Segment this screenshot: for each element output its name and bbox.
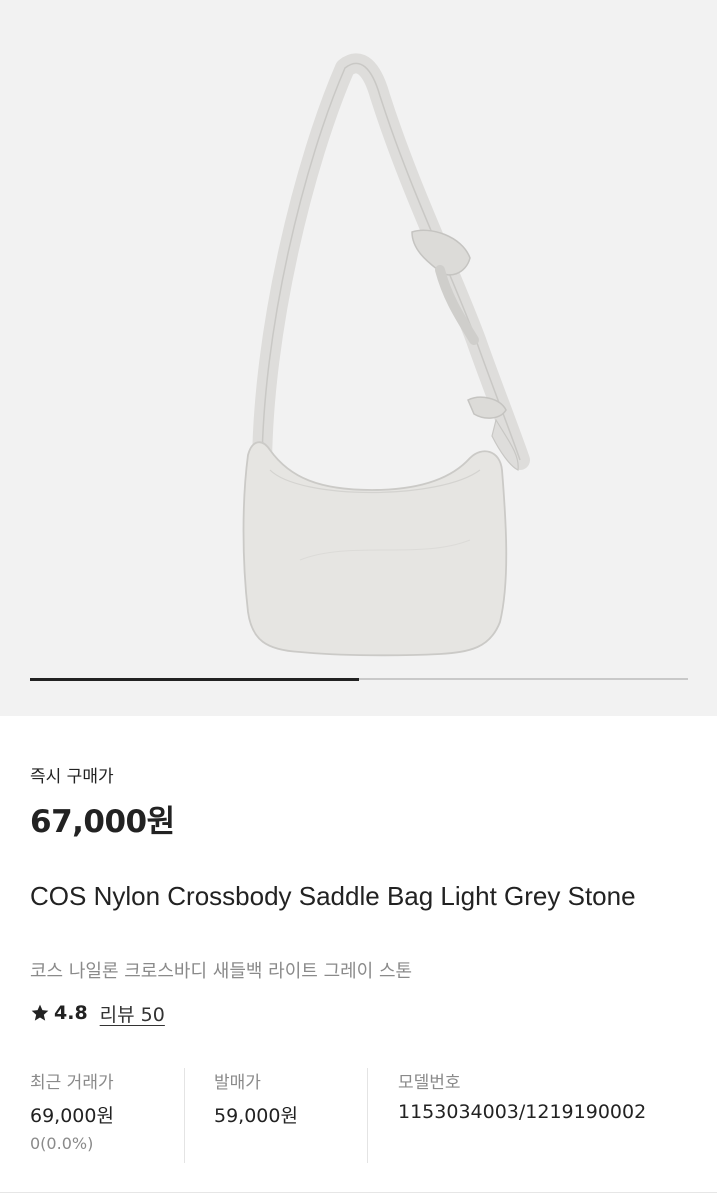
stats-divider [367,1068,368,1163]
gallery-progress-fill [30,677,359,681]
product-photo [242,53,530,657]
gallery-progress-bar [30,677,688,681]
recent-trade-value: 69,000원 [30,1105,114,1127]
release-price-label: 발매가 [214,1073,261,1093]
release-price: 발매가 59,000원 [214,1068,298,1134]
section-divider [0,1192,717,1193]
instant-buy-price-label: 즉시 구매가 [30,767,114,787]
instant-buy-price: 67,000원 [30,804,175,840]
product-title-korean: 코스 나일론 크로스바디 새들백 라이트 그레이 스톤 [30,961,413,982]
review-count-link[interactable]: 리뷰 50 [100,1000,165,1027]
product-image-gallery[interactable] [0,0,717,716]
recent-trade-change: 0(0.0%) [30,1134,94,1153]
star-icon [31,1004,49,1021]
product-title-english: COS Nylon Crossbody Saddle Bag Light Gre… [30,881,636,911]
model-number: 모델번호 1153034003/1219190002 [398,1068,646,1129]
recent-trade-price: 최근 거래가 69,000원 0(0.0%) [30,1068,114,1153]
model-number-value: 1153034003/1219190002 [398,1101,647,1123]
release-price-value: 59,000원 [214,1105,298,1127]
stats-divider [184,1068,185,1163]
rating-row: 4.8 리뷰 50 [30,999,165,1027]
rating-value: 4.8 [54,1002,88,1024]
model-number-label: 모델번호 [398,1073,461,1093]
recent-trade-label: 최근 거래가 [30,1073,114,1093]
